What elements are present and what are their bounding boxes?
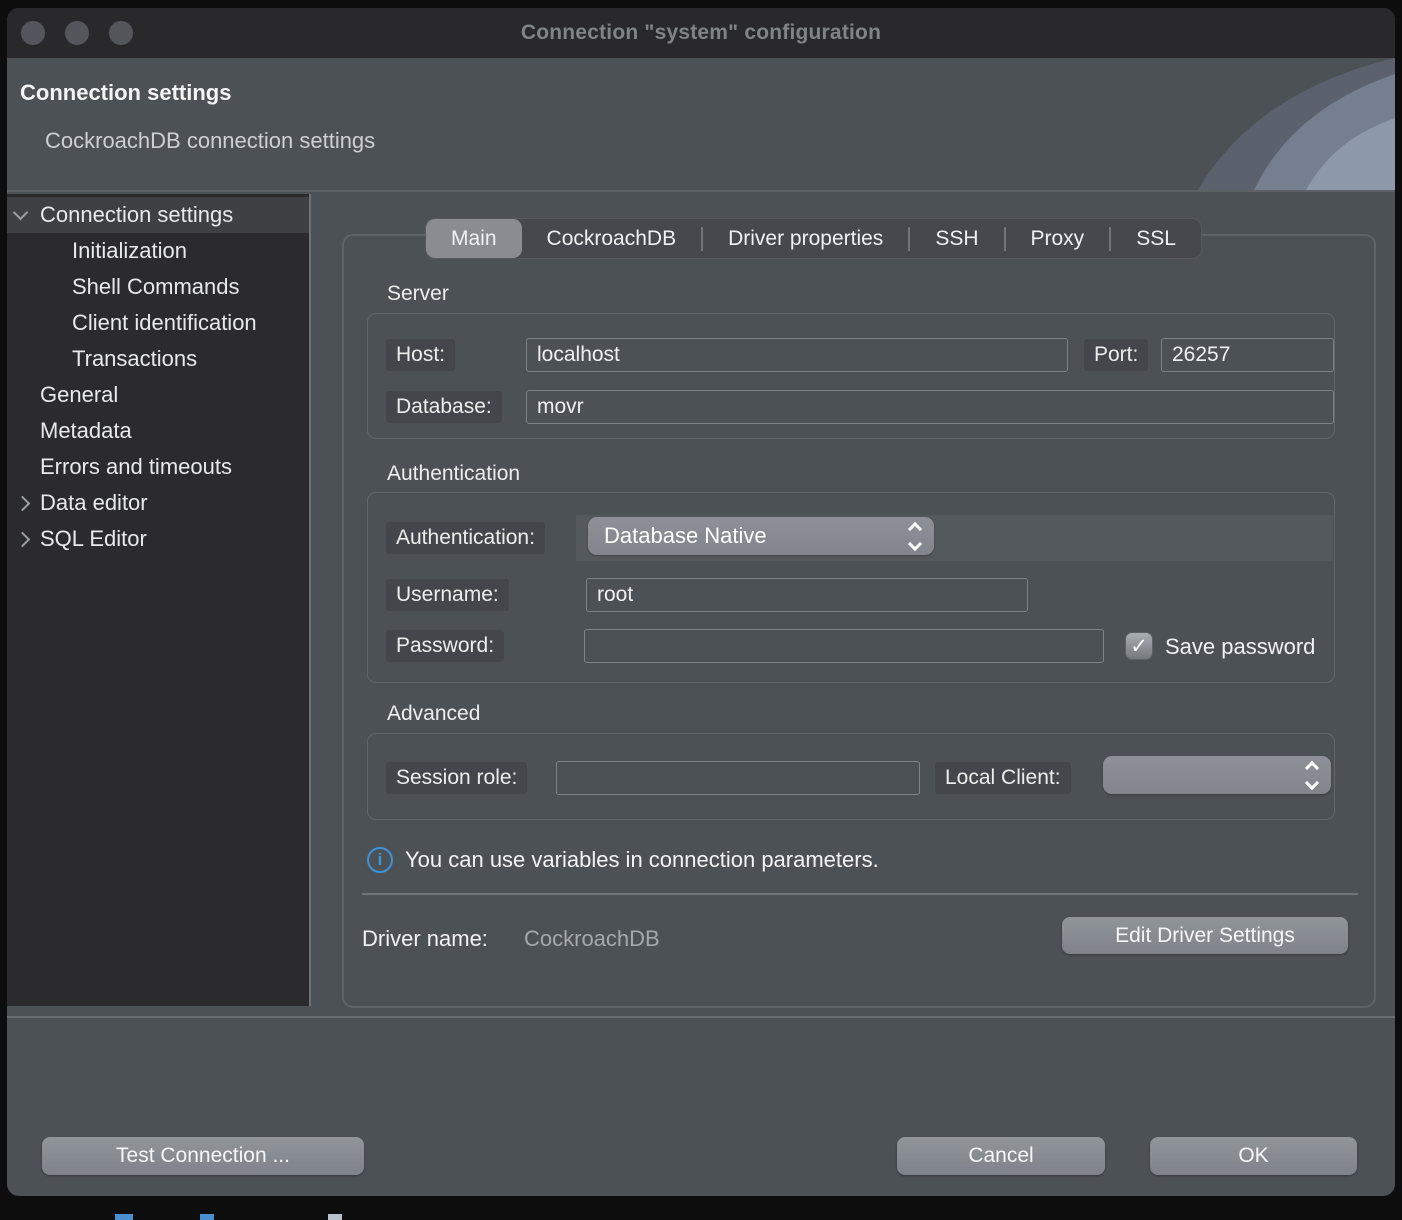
username-input[interactable]: [586, 578, 1028, 612]
desktop-peek: [328, 1214, 342, 1220]
window-title: Connection "system" configuration: [521, 21, 881, 45]
advanced-legend: Advanced: [387, 702, 480, 726]
page-subtitle: CockroachDB connection settings: [45, 128, 375, 154]
sidebar-item-label: Metadata: [40, 413, 132, 449]
window-titlebar[interactable]: Connection "system" configuration: [7, 8, 1395, 58]
sidebar-item-sql-editor[interactable]: SQL Editor: [7, 521, 309, 557]
tab-cockroachdb[interactable]: CockroachDB: [522, 219, 702, 258]
database-input[interactable]: [526, 390, 1334, 424]
tab-ssh[interactable]: SSH: [910, 219, 1003, 258]
host-label: Host:: [386, 339, 455, 371]
tab-ssl[interactable]: SSL: [1111, 219, 1201, 258]
page-title: Connection settings: [20, 80, 231, 106]
session-role-label: Session role:: [386, 762, 527, 794]
authentication-label: Authentication:: [386, 522, 545, 554]
sidebar-item-metadata[interactable]: Metadata: [7, 413, 309, 449]
sidebar-item-general[interactable]: General: [7, 377, 309, 413]
advanced-group: Session role: Local Client:: [367, 733, 1335, 820]
driver-name-label: Driver name:: [362, 926, 488, 952]
database-label: Database:: [386, 391, 502, 423]
chevron-down-icon[interactable]: [13, 205, 29, 221]
cancel-button[interactable]: Cancel: [897, 1137, 1105, 1175]
authentication-selected-value: Database Native: [588, 523, 910, 549]
desktop-peek: [115, 1214, 133, 1220]
edit-driver-settings-button[interactable]: Edit Driver Settings: [1062, 917, 1348, 954]
save-password-checkbox[interactable]: ✓: [1125, 632, 1153, 660]
chevron-updown-icon: [910, 524, 920, 549]
main-settings-panel: Server Host: Port: Database: Authenticat…: [342, 234, 1376, 1008]
connection-configuration-dialog: Connection "system" configuration Connec…: [7, 8, 1395, 1196]
password-label: Password:: [386, 630, 504, 662]
desktop-peek: [200, 1214, 214, 1220]
sidebar-tree: Connection settingsInitializationShell C…: [7, 194, 311, 1006]
port-label: Port:: [1084, 339, 1148, 371]
sidebar-item-label: SQL Editor: [40, 521, 147, 557]
authentication-group: Authentication: Database Native Username…: [367, 492, 1335, 683]
checkmark-icon: ✓: [1130, 634, 1148, 659]
session-role-input[interactable]: [556, 761, 920, 795]
sidebar-item-label: General: [40, 377, 118, 413]
sidebar-item-label: Connection settings: [40, 197, 233, 233]
traffic-lights: [21, 21, 133, 45]
sidebar-item-errors-and-timeouts[interactable]: Errors and timeouts: [7, 449, 309, 485]
sidebar-item-label: Client identification: [72, 305, 257, 341]
server-group: Host: Port: Database:: [367, 313, 1335, 439]
sidebar-item-shell-commands[interactable]: Shell Commands: [7, 269, 309, 305]
panel-divider: [362, 893, 1358, 895]
authentication-legend: Authentication: [387, 462, 520, 486]
zoom-window-button[interactable]: [109, 21, 133, 45]
port-input[interactable]: [1161, 338, 1334, 372]
tab-main[interactable]: Main: [426, 219, 522, 258]
server-legend: Server: [387, 282, 449, 306]
sidebar-item-client-identification[interactable]: Client identification: [7, 305, 309, 341]
sidebar-item-data-editor[interactable]: Data editor: [7, 485, 309, 521]
sidebar-item-connection-settings[interactable]: Connection settings: [7, 197, 309, 233]
sidebar-item-label: Errors and timeouts: [40, 449, 232, 485]
sidebar-item-label: Shell Commands: [72, 269, 240, 305]
info-icon: i: [367, 847, 393, 873]
local-client-label: Local Client:: [935, 762, 1071, 794]
driver-name-value: CockroachDB: [524, 926, 660, 952]
footer-divider: [7, 1016, 1395, 1018]
host-input[interactable]: [526, 338, 1068, 372]
chevron-right-icon[interactable]: [15, 496, 31, 512]
ok-button[interactable]: OK: [1150, 1137, 1357, 1175]
sidebar-item-label: Data editor: [40, 485, 148, 521]
tab-bar: MainCockroachDBDriver propertiesSSHProxy…: [425, 218, 1202, 259]
info-message: You can use variables in connection para…: [405, 847, 879, 873]
close-window-button[interactable]: [21, 21, 45, 45]
sidebar-item-transactions[interactable]: Transactions: [7, 341, 309, 377]
sidebar-item-label: Initialization: [72, 233, 187, 269]
header-decoration: [1180, 58, 1395, 190]
chevron-updown-icon: [1307, 763, 1317, 788]
password-input[interactable]: [584, 629, 1104, 663]
username-label: Username:: [386, 579, 509, 611]
minimize-window-button[interactable]: [65, 21, 89, 45]
chevron-right-icon[interactable]: [15, 532, 31, 548]
test-connection-button[interactable]: Test Connection ...: [42, 1137, 364, 1175]
authentication-select[interactable]: Database Native: [588, 517, 934, 555]
sidebar-item-label: Transactions: [72, 341, 197, 377]
tab-proxy[interactable]: Proxy: [1006, 219, 1110, 258]
tab-driver-properties[interactable]: Driver properties: [703, 219, 908, 258]
wizard-header: Connection settings CockroachDB connecti…: [7, 58, 1395, 192]
local-client-select[interactable]: [1103, 756, 1331, 794]
sidebar-item-initialization[interactable]: Initialization: [7, 233, 309, 269]
save-password-label: Save password: [1165, 634, 1315, 660]
